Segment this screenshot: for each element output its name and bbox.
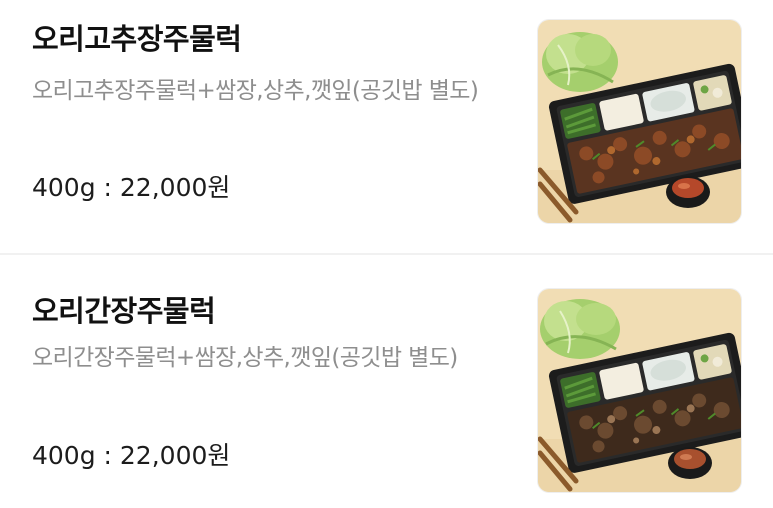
item-description: 오리간장주물럭+쌈장,상추,깻잎(공깃밥 별도) [32,345,458,371]
item-title: 오리고추장주물럭 [32,22,242,56]
lettuce-icon [542,32,618,92]
sauce-cup-icon [666,176,710,208]
item-divider [0,253,773,255]
item-price: 400g : 22,000원 [32,441,231,470]
item-price: 400g : 22,000원 [32,173,231,202]
lettuce-icon [540,299,620,359]
menu-item-soy-duck[interactable]: 오리간장주물럭 오리간장주물럭+쌈장,상추,깻잎(공깃밥 별도) 400g : … [0,258,773,508]
item-description: 오리고추장주물럭+쌈장,상추,깻잎(공깃밥 별도) [32,78,479,104]
lunchbox-photo-icon [538,20,741,223]
item-photo[interactable] [537,288,742,493]
lunchbox-photo-icon [538,289,741,492]
menu-item-spicy-duck[interactable]: 오리고추장주물럭 오리고추장주물럭+쌈장,상추,깻잎(공깃밥 별도) 400g … [0,0,773,250]
item-photo[interactable] [537,19,742,224]
sauce-cup-icon [668,447,712,479]
item-title: 오리간장주물럭 [32,294,216,328]
